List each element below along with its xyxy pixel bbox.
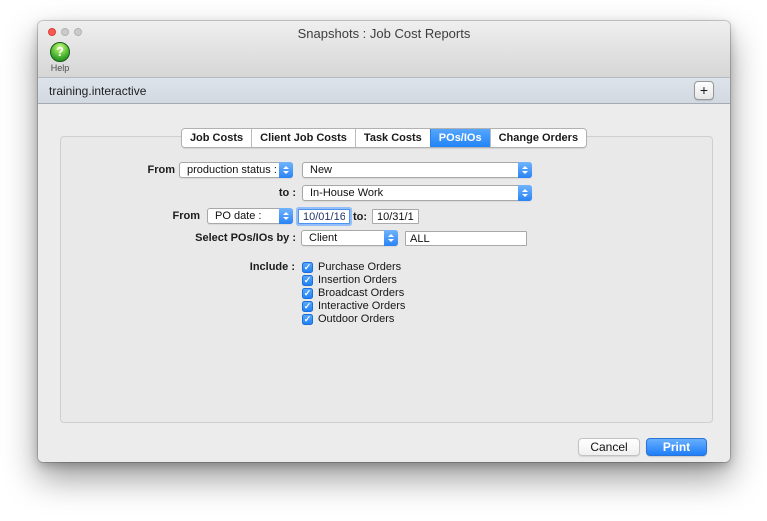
- zoom-window-icon[interactable]: [74, 28, 82, 36]
- checkbox-label: Outdoor Orders: [318, 313, 395, 325]
- include-outdoor-orders-row: ✓ Outdoor Orders: [302, 313, 394, 325]
- report-tabs: Job Costs Client Job Costs Task Costs PO…: [38, 128, 730, 148]
- checkbox-checked-icon[interactable]: ✓: [302, 274, 313, 286]
- window-title: Snapshots : Job Cost Reports: [297, 26, 471, 41]
- select-by-popup[interactable]: Client: [301, 230, 398, 246]
- include-purchase-orders-row: ✓ Purchase Orders: [302, 261, 401, 273]
- segmented-control: Job Costs Client Job Costs Task Costs PO…: [180, 128, 588, 148]
- status-to-label: to :: [278, 187, 296, 199]
- print-button[interactable]: Print: [646, 438, 707, 456]
- help-button[interactable]: ? Help: [47, 42, 73, 73]
- status-from-popup[interactable]: New: [302, 162, 532, 178]
- select-by-popup-value: Client: [309, 232, 338, 244]
- date-to-label: to:: [352, 211, 368, 223]
- tab-task-costs[interactable]: Task Costs: [354, 129, 430, 147]
- include-insertion-orders-row: ✓ Insertion Orders: [302, 274, 397, 286]
- date-field-popup-value: PO date :: [215, 210, 262, 222]
- up-down-stepper-icon: [279, 162, 293, 178]
- up-down-stepper-icon: [384, 230, 398, 246]
- up-down-stepper-icon: [518, 162, 532, 178]
- up-down-stepper-icon: [279, 208, 293, 224]
- add-report-button[interactable]: +: [694, 81, 714, 100]
- checkbox-label: Insertion Orders: [318, 274, 397, 286]
- tab-job-costs[interactable]: Job Costs: [181, 129, 252, 147]
- date-field-popup[interactable]: PO date :: [207, 208, 293, 224]
- date-to-input[interactable]: [372, 209, 419, 224]
- status-to-popup[interactable]: In-House Work: [302, 185, 532, 201]
- checkbox-label: Interactive Orders: [318, 300, 406, 312]
- select-by-label: Select POs/IOs by :: [195, 232, 296, 244]
- checkbox-label: Purchase Orders: [318, 261, 402, 273]
- include-interactive-orders-row: ✓ Interactive Orders: [302, 300, 405, 312]
- cancel-button[interactable]: Cancel: [578, 438, 640, 456]
- checkbox-label: Broadcast Orders: [318, 287, 405, 299]
- date-from-input[interactable]: [298, 209, 350, 224]
- report-set-bar: training.interactive +: [38, 77, 730, 104]
- snapshots-job-cost-reports-window: Snapshots : Job Cost Reports ? Help trai…: [38, 21, 730, 462]
- status-field-popup[interactable]: production status :: [179, 162, 293, 178]
- desktop-background: Snapshots : Job Cost Reports ? Help trai…: [0, 0, 767, 521]
- checkbox-checked-icon[interactable]: ✓: [302, 300, 313, 312]
- checkbox-checked-icon[interactable]: ✓: [302, 287, 313, 299]
- status-from-label: From: [147, 164, 176, 176]
- status-to-popup-value: In-House Work: [310, 187, 384, 199]
- window-controls: [48, 28, 82, 36]
- tab-change-orders[interactable]: Change Orders: [489, 129, 587, 147]
- title-bar: Snapshots : Job Cost Reports ? Help: [38, 21, 730, 77]
- checkbox-checked-icon[interactable]: ✓: [302, 261, 313, 273]
- tab-client-job-costs[interactable]: Client Job Costs: [251, 129, 355, 147]
- help-question-icon: ?: [50, 42, 70, 62]
- up-down-stepper-icon: [518, 185, 532, 201]
- checkbox-checked-icon[interactable]: ✓: [302, 313, 313, 325]
- tab-pos-ios[interactable]: POs/IOs: [429, 129, 490, 147]
- status-from-popup-value: New: [310, 164, 333, 176]
- include-broadcast-orders-row: ✓ Broadcast Orders: [302, 287, 404, 299]
- minimize-window-icon[interactable]: [61, 28, 69, 36]
- report-set-name: training.interactive: [49, 84, 147, 98]
- date-from-label: From: [172, 210, 201, 222]
- include-label: Include :: [249, 261, 295, 273]
- close-window-icon[interactable]: [48, 28, 56, 36]
- status-field-popup-value: production status :: [187, 164, 277, 176]
- select-by-value-input[interactable]: [405, 231, 527, 246]
- help-label: Help: [50, 63, 70, 73]
